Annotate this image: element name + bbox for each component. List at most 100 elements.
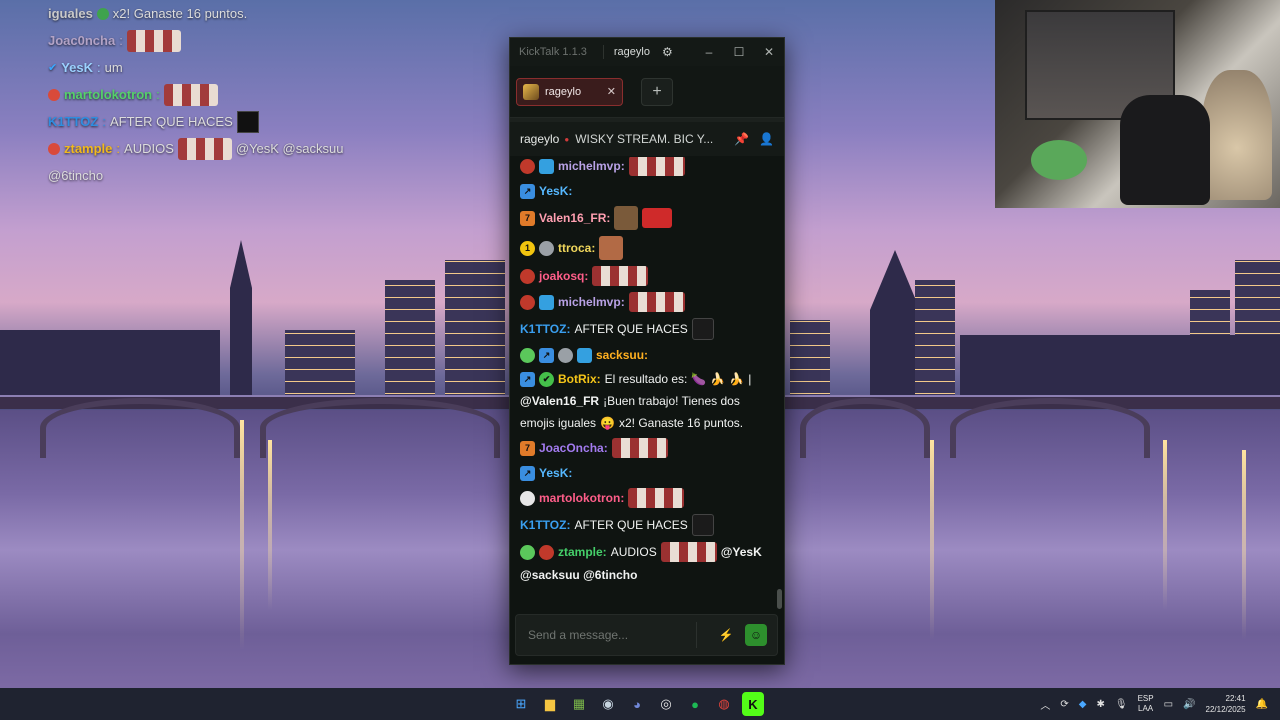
overlay-line: ztample : AUDIOS @YesK @sacksuu <box>48 135 378 162</box>
security-shield-icon[interactable]: ◆ <box>1079 699 1087 710</box>
chat-username[interactable]: JoacOncha: <box>539 439 608 457</box>
chrome-icon[interactable]: ◍ <box>713 692 735 716</box>
chat-text: AUDIOS <box>610 545 657 559</box>
user-list-icon[interactable]: 👤 <box>759 132 774 146</box>
coin-emoji-icon: 😛 <box>600 416 615 430</box>
minecraft-icon[interactable]: ▦ <box>568 692 590 716</box>
chat-username[interactable]: K1TTOZ: <box>520 516 570 534</box>
kick-emotes-icon[interactable]: ⚡ <box>715 624 737 646</box>
overlay-mentions: @YesK @sacksuu <box>235 141 344 156</box>
minimize-button[interactable]: – <box>694 45 724 59</box>
tab-label: rageylo <box>545 85 582 98</box>
notification-bell-icon[interactable]: 🔔 <box>1256 699 1268 710</box>
chat-username[interactable]: K1TTOZ: <box>520 320 570 338</box>
chat-username[interactable]: ttroca: <box>558 239 595 257</box>
slot-emote-icon <box>642 208 673 228</box>
steam-icon[interactable]: ◉ <box>597 692 619 716</box>
discord-icon[interactable]: ◕ <box>626 692 648 716</box>
bluetooth-icon[interactable]: ✱ <box>1096 699 1104 710</box>
chat-message: ↗ YesK: <box>520 461 770 485</box>
message-composer: ⚡ ☺ <box>515 614 778 656</box>
spotify-icon[interactable]: ● <box>684 692 706 716</box>
chat-message: michelmvp: <box>520 289 770 315</box>
chat-username[interactable]: martolokotron: <box>539 489 624 507</box>
system-tray: ︿ ⟳ ◆ ✱ 🎙 ESP LAA ▭ 🔊 22:41 22/12/2025 🔔 <box>1040 688 1280 720</box>
overlay-username: ztample <box>64 141 113 156</box>
microphone-icon[interactable]: 🎙 <box>1115 699 1128 710</box>
title-bar[interactable]: KickTalk 1.1.3 rageylo ⚙ – ☐ ✕ <box>510 38 784 66</box>
chat-message: ztample: AUDIOS @YesK @sacksuu @6tincho <box>520 539 770 587</box>
mention[interactable]: @sacksuu @6tincho <box>520 566 637 584</box>
channel-info-bar: rageylo ● WISKY STREAM. BIC Y... 📌 👤 <box>510 118 784 156</box>
chat-scrollbar[interactable] <box>777 589 782 609</box>
kicktalk-window: KickTalk 1.1.3 rageylo ⚙ – ☐ ✕ rageylo ✕… <box>509 37 785 665</box>
banana-emoji-icon: 🍌 <box>729 372 745 386</box>
sub-badge-icon <box>520 158 535 174</box>
vip-badge-icon: ↗ <box>520 465 535 481</box>
sync-icon[interactable]: ⟳ <box>1060 699 1068 710</box>
chat-username[interactable]: sacksuu: <box>596 346 648 364</box>
kick-icon[interactable]: K <box>742 692 764 716</box>
banana-emoji-icon: 🍌 <box>710 372 726 386</box>
taskbar: ⊞ ▆ ▦ ◉ ◕ ◎ ● ◍ K ︿ ⟳ ◆ ✱ 🎙 ESP LAA ▭ 🔊 … <box>0 688 1280 720</box>
tab-rageylo[interactable]: rageylo ✕ <box>516 77 623 106</box>
close-button[interactable]: ✕ <box>754 45 784 59</box>
santa-emote-icon <box>611 438 668 458</box>
network-icon[interactable]: ▭ <box>1164 699 1173 710</box>
chat-username[interactable]: ztample: <box>558 543 607 561</box>
chat-username[interactable]: YesK: <box>539 182 572 200</box>
chevron-up-icon[interactable]: ︿ <box>1040 697 1050 712</box>
diamond-badge-icon <box>539 158 554 174</box>
chat-username[interactable]: michelmvp: <box>558 293 625 311</box>
file-explorer-icon[interactable]: ▆ <box>539 692 561 716</box>
window-controls: – ☐ ✕ <box>694 45 784 59</box>
chat-messages[interactable]: michelmvp: ↗ YesK: 7 Valen16_FR: 1 ttroc… <box>510 157 784 607</box>
overlay-message: um <box>104 60 123 75</box>
chat-username[interactable]: michelmvp: <box>558 157 625 175</box>
emote-icon <box>614 206 639 230</box>
santa-emote-icon <box>628 488 685 508</box>
face-emote-icon <box>599 236 624 260</box>
message-input[interactable] <box>528 628 686 642</box>
chat-username[interactable]: Valen16_FR: <box>539 209 610 227</box>
mention[interactable]: @Valen16_FR <box>520 392 599 410</box>
chat-username[interactable]: YesK: <box>539 464 572 482</box>
ghost-emote-icon <box>236 110 259 133</box>
channel-name: rageylo <box>520 132 560 146</box>
skull-badge-icon <box>520 490 535 506</box>
chat-username[interactable]: BotRix: <box>558 370 601 388</box>
current-user[interactable]: rageylo <box>614 46 650 58</box>
verified-icon: ✔ <box>48 62 58 74</box>
chat-username[interactable]: joakosq: <box>539 267 588 285</box>
clock[interactable]: 22:41 22/12/2025 <box>1206 693 1246 715</box>
overlay-message: AFTER QUE HACES <box>109 114 233 129</box>
windows-start-icon[interactable]: ⊞ <box>510 692 532 716</box>
overlay-username: K1TTOZ <box>48 114 99 129</box>
tab-close-icon[interactable]: ✕ <box>607 85 616 98</box>
diamond-badge-icon <box>577 347 592 363</box>
mention[interactable]: @YesK <box>721 543 762 561</box>
chat-message: ↗ ✔ BotRix: El resultado es: 🍆 🍌 🍌 | @Va… <box>520 370 752 430</box>
emote-picker-icon[interactable]: ☺ <box>745 624 767 646</box>
chat-message: ↗ sacksuu: <box>520 343 770 367</box>
overlay-username: YesK <box>61 60 94 75</box>
overlay-line: ✔ YesK : um <box>48 60 123 75</box>
overlay-username: iguales <box>48 6 93 21</box>
channel-avatar <box>523 83 539 100</box>
overlay-username: Joac0ncha <box>48 33 116 48</box>
sub-badge-icon <box>520 268 535 284</box>
gaming-chair <box>1120 95 1210 205</box>
vip-badge-icon: ↗ <box>539 347 554 363</box>
badge-icon <box>48 142 60 155</box>
chat-message: K1TTOZ: AFTER QUE HACES <box>520 511 770 539</box>
volume-icon[interactable]: 🔊 <box>1183 699 1195 710</box>
maximize-button[interactable]: ☐ <box>724 45 754 59</box>
pin-icon[interactable]: 📌 <box>734 132 749 146</box>
settings-gear-icon[interactable]: ⚙ <box>662 45 673 59</box>
language-indicator[interactable]: ESP LAA <box>1138 694 1154 714</box>
chat-message: martolokotron: <box>520 485 770 511</box>
obs-icon[interactable]: ◎ <box>655 692 677 716</box>
bot-badge-icon <box>520 544 535 560</box>
chat-text: AFTER QUE HACES <box>574 518 688 532</box>
add-tab-button[interactable]: + <box>641 77 673 106</box>
